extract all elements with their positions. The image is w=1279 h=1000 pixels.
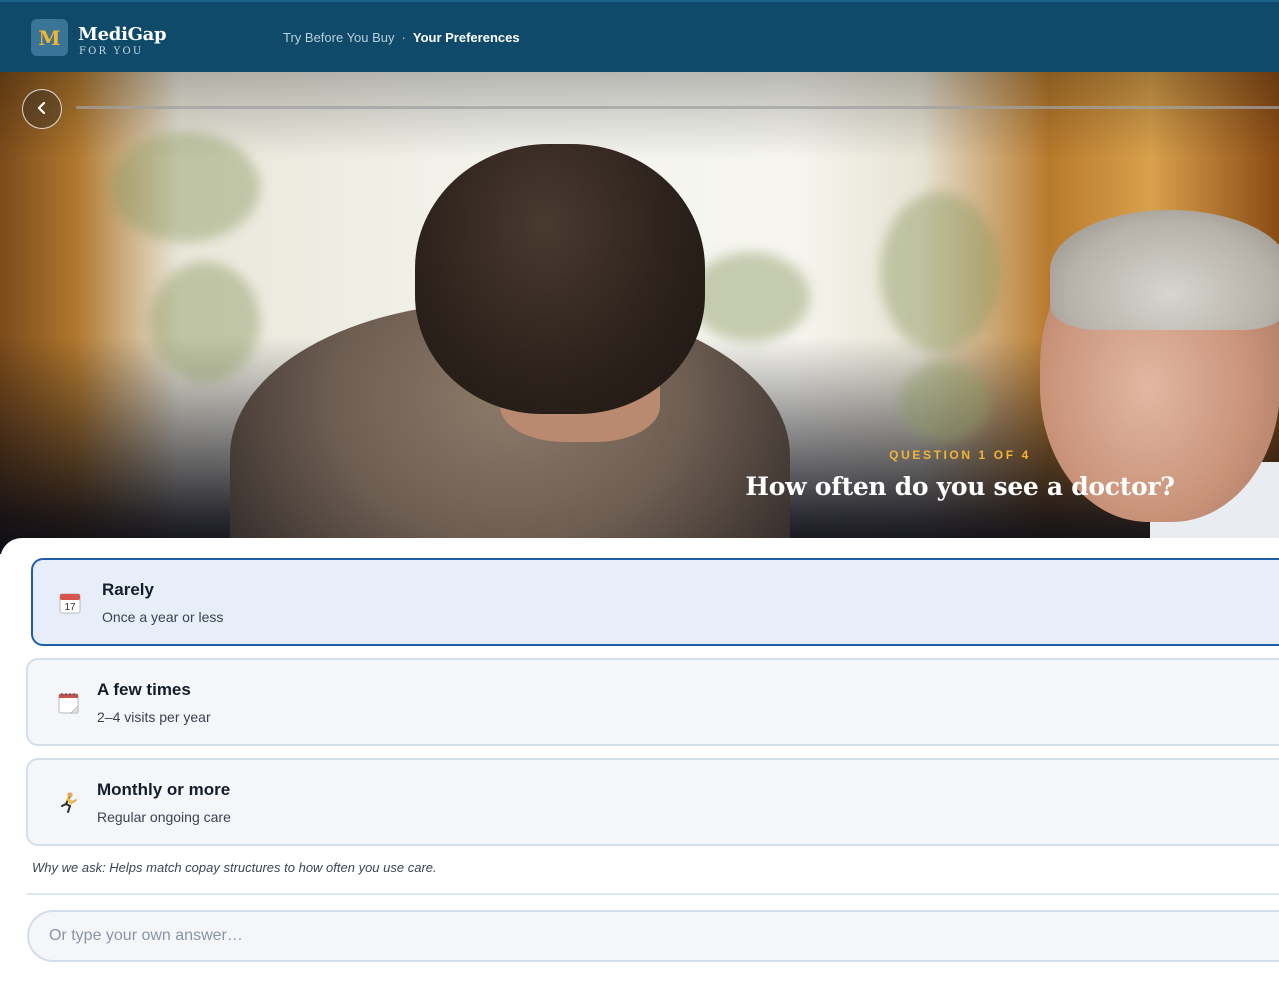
top-navbar: M MediGap FOR YOU Try Before You Buy · Y… (0, 0, 1279, 72)
breadcrumb-your-preferences: Your Preferences (412, 30, 520, 45)
back-button[interactable] (22, 89, 62, 129)
option-rarely[interactable]: 17 Rarely Once a year or less (31, 558, 1279, 646)
breadcrumb-separator: · (401, 30, 406, 45)
option-monthly-or-more[interactable]: Monthly or more Regular ongoing care (26, 758, 1279, 846)
logo-letter: M (38, 25, 61, 50)
option-subtitle: 2–4 visits per year (97, 709, 211, 725)
question-hero: QUESTION 1 OF 4 How often do you see a d… (0, 72, 1279, 554)
option-subtitle: Regular ongoing care (97, 809, 231, 825)
option-title: A few times (97, 680, 191, 699)
question-progress-track (76, 106, 1279, 109)
option-title: Rarely (102, 580, 154, 599)
answer-panel: 17 Rarely Once a year or less A few time… (0, 538, 1279, 1000)
option-subtitle: Once a year or less (102, 609, 224, 625)
calendar-17-icon: 17 (57, 590, 83, 616)
logo-tagline: FOR YOU (79, 46, 144, 57)
runner-icon (56, 790, 82, 816)
custom-answer-input[interactable] (27, 910, 1279, 962)
divider (27, 893, 1279, 895)
tear-off-calendar-icon (56, 690, 82, 716)
chevron-left-icon (35, 101, 49, 118)
option-a-few-times[interactable]: A few times 2–4 visits per year (26, 658, 1279, 746)
breadcrumb-try-before-you-buy[interactable]: Try Before You Buy (283, 30, 395, 45)
option-title: Monthly or more (97, 780, 231, 799)
breadcrumb: Try Before You Buy · Your Preferences (283, 30, 520, 45)
logo-badge[interactable]: M (31, 19, 68, 56)
why-we-ask-note: Why we ask: Helps match copay structures… (32, 860, 437, 875)
question-counter: QUESTION 1 OF 4 (889, 448, 1031, 462)
svg-text:17: 17 (64, 602, 76, 613)
logo-name[interactable]: MediGap (78, 24, 167, 45)
question-title: How often do you see a doctor? (745, 472, 1175, 501)
